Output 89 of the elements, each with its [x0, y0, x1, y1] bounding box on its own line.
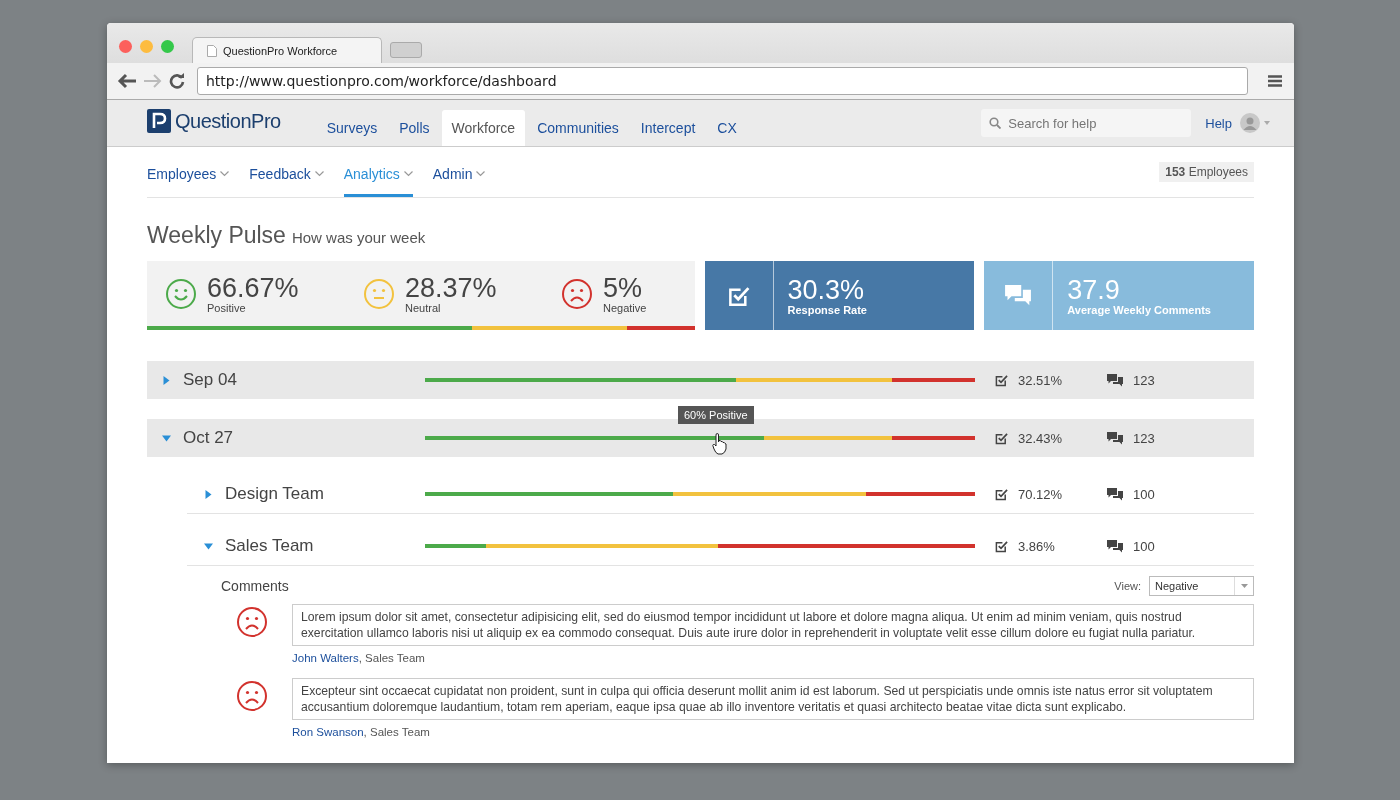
smiley-face-icon: [165, 277, 197, 310]
week-label: Oct 27: [183, 428, 234, 448]
subnav-menu[interactable]: Admin: [432, 147, 486, 197]
hand-cursor-icon: [712, 433, 728, 455]
chat-icon: [1107, 373, 1123, 387]
search-box[interactable]: Search for help: [981, 109, 1192, 137]
checkbox-icon: [727, 284, 750, 307]
address-bar[interactable]: http://www.questionpro.com/workforce/dashboard: [197, 67, 1248, 95]
stat-value: 28.37%: [405, 273, 497, 302]
checkbox-icon: [995, 487, 1008, 501]
chat-icon: [1107, 431, 1123, 445]
comment-text: Excepteur sint occaecat cupidatat non proident, sunt in culpa qui officia deserunt mollit anim id est laborum. Sed ut perspiciatis unde omnis iste natus error sit voluptatem accusantium doloremque laudantium, totam rem aperiam, eaque ipsa quae ab illo inventore veritatis et quasi architecto beatae vitae dicta sunt explicabo.: [292, 678, 1254, 720]
chat-icon: [1005, 285, 1032, 306]
nav-tab[interactable]: Surveys: [316, 110, 388, 146]
week-label: Sep 04: [183, 370, 237, 390]
response-rate: 3.86%: [1018, 538, 1055, 554]
comment-count: 123: [1133, 430, 1155, 446]
dropdown-caret-icon[interactable]: [1264, 121, 1270, 125]
nav-tab[interactable]: CX: [707, 110, 747, 146]
sad-face-icon: [236, 680, 268, 712]
new-tab-button[interactable]: [390, 42, 422, 58]
metric-value: 37.9: [1067, 275, 1121, 304]
metric-value: 30.3%: [787, 275, 866, 304]
forward-arrow-icon[interactable]: [143, 73, 163, 89]
response-rate: 32.43%: [1018, 430, 1063, 446]
stat-label: Negative: [603, 301, 647, 314]
comment-text: Lorem ipsum dolor sit amet, consectetur adipisicing elit, sed do eiusmod tempor incididunt ut labore et dolore magna aliqua. Ut enim ad minim veniam, quis nostrud exercitation ullamco laboris nisi ut aliquip ex ea commodo consequat. Duis aute irure dolor in reprehenderit in voluptate velit esse cillum dolore eu fugiat nulla pariatur.: [292, 604, 1254, 646]
stat-value: 5%: [603, 273, 644, 302]
back-arrow-icon[interactable]: [117, 73, 137, 89]
page-icon: [207, 44, 217, 57]
response-rate: 70.12%: [1018, 486, 1063, 502]
employee-count-badge: 153 Employees: [1159, 162, 1254, 182]
chat-icon: [1107, 487, 1123, 501]
logo-icon: [147, 109, 171, 133]
sad-face-icon: [561, 277, 593, 310]
caret-right-icon[interactable]: [162, 375, 171, 385]
nav-tab[interactable]: Polls: [389, 110, 440, 146]
team-label[interactable]: Design Team: [225, 484, 324, 504]
response-rate: 32.51%: [1018, 372, 1063, 388]
comment-count: 123: [1133, 372, 1155, 388]
chevron-down-icon: [403, 170, 413, 177]
nav-tab[interactable]: Workforce: [441, 110, 526, 146]
comments-heading: Comments: [221, 578, 289, 594]
browser-tab[interactable]: QuestionPro Workforce: [192, 37, 382, 63]
caret-down-icon[interactable]: [162, 433, 171, 443]
nav-tab[interactable]: Intercept: [630, 110, 706, 146]
view-label: View:: [1114, 580, 1141, 592]
caret-right-icon[interactable]: [204, 489, 213, 499]
comment-count: 100: [1133, 486, 1155, 502]
zoom-window-icon[interactable]: [161, 40, 174, 53]
search-field[interactable]: Search for help: [1006, 114, 1181, 132]
nav-tab[interactable]: Communities: [527, 110, 629, 146]
team-name: , Sales Team: [358, 652, 425, 664]
stat-value: 66.67%: [207, 273, 299, 302]
logo-text: QuestionPro: [175, 109, 281, 133]
avatar-icon[interactable]: [1240, 113, 1260, 133]
page-title: Weekly Pulse: [147, 222, 286, 249]
author-link[interactable]: John Walters: [292, 652, 359, 664]
subnav-menu[interactable]: Analytics: [343, 147, 413, 197]
comment-count: 100: [1133, 538, 1155, 554]
caret-down-icon[interactable]: [204, 541, 213, 551]
reload-icon[interactable]: [169, 73, 185, 89]
page-subtitle: How was your week: [291, 229, 426, 246]
checkbox-icon: [995, 431, 1008, 445]
chevron-down-icon: [220, 170, 230, 177]
subnav-menu[interactable]: Employees: [147, 147, 230, 197]
team-name: , Sales Team: [363, 726, 430, 738]
week-row[interactable]: Sep 04 32.51% 123: [147, 361, 1254, 399]
tooltip: 60% Positive: [678, 406, 754, 424]
caret-down-icon: [1240, 584, 1248, 588]
sad-face-icon: [236, 606, 268, 638]
subnav-menu[interactable]: Feedback: [249, 147, 324, 197]
metric-label: Average Weekly Comments: [1067, 303, 1211, 316]
metric-label: Response Rate: [787, 303, 867, 316]
chevron-down-icon: [314, 170, 324, 177]
checkbox-icon: [995, 539, 1008, 553]
team-label[interactable]: Sales Team: [225, 536, 314, 556]
stat-label: Positive: [207, 301, 247, 314]
neutral-face-icon: [363, 277, 395, 310]
checkbox-icon: [995, 373, 1008, 387]
stat-label: Neutral: [405, 301, 442, 314]
close-window-icon[interactable]: [119, 40, 132, 53]
view-dropdown[interactable]: Negative: [1149, 576, 1254, 596]
chevron-down-icon: [476, 170, 486, 177]
help-link[interactable]: Help: [1205, 115, 1232, 131]
menu-icon[interactable]: [1268, 75, 1282, 87]
author-link[interactable]: Ron Swanson: [292, 726, 364, 738]
chat-icon: [1107, 539, 1123, 553]
search-icon: [989, 117, 1002, 129]
